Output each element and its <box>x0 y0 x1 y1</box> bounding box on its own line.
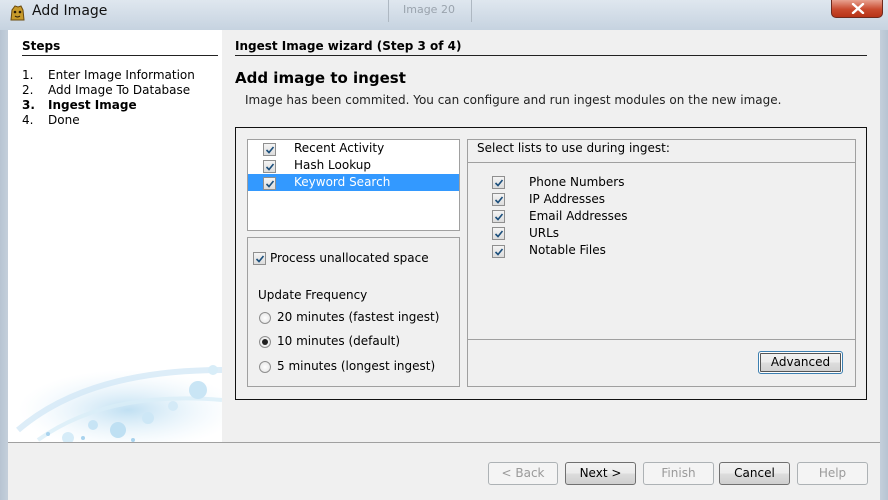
ingest-modules-list[interactable]: Recent Activity Hash Lookup Keyword Sear… <box>247 139 460 231</box>
module-label: Hash Lookup <box>294 158 372 172</box>
module-checkbox[interactable] <box>263 160 276 173</box>
keyword-list-checkbox[interactable] <box>492 227 505 240</box>
autopsy-dog-icon <box>10 5 25 21</box>
keyword-list-checkbox[interactable] <box>492 245 505 258</box>
frequency-option-label[interactable]: 5 minutes (longest ingest) <box>277 359 435 373</box>
keyword-lists-footer-divider <box>468 339 855 340</box>
keyword-list-checkbox[interactable] <box>492 193 505 206</box>
keyword-lists-title: Select lists to use during ingest: <box>477 141 670 155</box>
back-button[interactable]: < Back <box>488 462 558 485</box>
step-item-current: 3. Ingest Image <box>22 98 195 113</box>
step-label: Done <box>48 113 80 127</box>
step-label: Ingest Image <box>48 98 137 112</box>
keyword-list-label: Phone Numbers <box>529 175 625 189</box>
process-unallocated-checkbox[interactable] <box>253 252 266 265</box>
checkmark-icon <box>494 230 504 238</box>
keyword-lists-list <box>468 163 855 339</box>
checkmark-icon <box>494 179 504 187</box>
module-label: Recent Activity <box>294 141 385 155</box>
step-label: Enter Image Information <box>48 68 195 82</box>
frequency-radio-20[interactable] <box>259 312 271 324</box>
wizard-title: Ingest Image wizard (Step 3 of 4) <box>235 39 462 53</box>
step-item: 4. Done <box>22 113 195 128</box>
checkmark-icon <box>265 163 275 171</box>
close-icon <box>851 3 865 14</box>
checkmark-icon <box>494 248 504 256</box>
next-button[interactable]: Next > <box>565 462 636 485</box>
checkmark-icon <box>265 146 275 154</box>
advanced-button[interactable]: Advanced <box>758 351 843 374</box>
finish-button[interactable]: Finish <box>643 462 714 485</box>
frequency-option-label[interactable]: 10 minutes (default) <box>277 334 400 348</box>
keyword-list-label: URLs <box>529 226 560 240</box>
step-item: 1. Enter Image Information <box>22 68 195 83</box>
decorative-swirl-graphic <box>16 365 222 442</box>
close-button[interactable] <box>831 0 883 18</box>
frequency-radio-5[interactable] <box>259 361 271 373</box>
page-description: Image has been commited. You can configu… <box>245 93 782 107</box>
keyword-list-label: Email Addresses <box>529 209 628 223</box>
module-item-hash-lookup[interactable]: Hash Lookup <box>248 157 459 174</box>
step-number: 4. <box>22 113 34 127</box>
step-number: 2. <box>22 83 34 97</box>
checkmark-icon <box>265 180 275 188</box>
help-button[interactable]: Help <box>797 462 868 485</box>
module-checkbox[interactable] <box>263 177 276 190</box>
window-border-left <box>0 30 8 500</box>
keyword-list-checkbox[interactable] <box>492 176 505 189</box>
module-label: Keyword Search <box>294 175 391 189</box>
steps-list: 1. Enter Image Information 2. Add Image To… <box>22 68 195 128</box>
steps-pane: Steps 1. Enter Image Information 2. Add Im… <box>8 30 222 442</box>
module-item-recent-activity[interactable]: Recent Activity <box>248 140 459 157</box>
cancel-button[interactable]: Cancel <box>719 462 790 485</box>
checkmark-icon <box>255 255 265 263</box>
step-number: 3. <box>22 98 35 112</box>
wizard-divider <box>235 55 867 56</box>
footer-divider <box>8 442 880 443</box>
keyword-list-label: IP Addresses <box>529 192 606 206</box>
background-window-tab[interactable]: Image 20 <box>388 0 472 22</box>
window-title: Add Image <box>32 3 108 19</box>
frequency-option-label[interactable]: 20 minutes (fastest ingest) <box>277 310 439 324</box>
module-item-keyword-search[interactable]: Keyword Search <box>248 174 459 191</box>
page-heading: Add image to ingest <box>235 69 406 87</box>
step-item: 2. Add Image To Database <box>22 83 195 98</box>
window-titlebar: Add Image Image 20 <box>0 0 888 30</box>
frequency-radio-10[interactable] <box>259 336 271 348</box>
steps-divider <box>22 55 218 56</box>
process-unallocated-label[interactable]: Process unallocated space <box>270 251 429 265</box>
update-frequency-label: Update Frequency <box>258 288 368 302</box>
keyword-list-checkbox[interactable] <box>492 210 505 223</box>
module-checkbox[interactable] <box>263 143 276 156</box>
checkmark-icon <box>494 213 504 221</box>
steps-title: Steps <box>22 39 61 53</box>
radio-selected-dot <box>262 339 268 345</box>
window-border-right <box>880 30 888 500</box>
keyword-list-label: Notable Files <box>529 243 606 257</box>
step-label: Add Image To Database <box>48 83 191 97</box>
step-number: 1. <box>22 68 34 82</box>
checkmark-icon <box>494 196 504 204</box>
